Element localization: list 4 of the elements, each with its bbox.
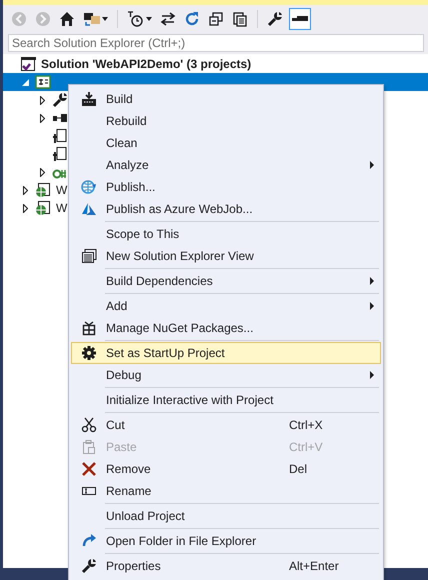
- shortcut-text: Ctrl+V: [289, 439, 324, 456]
- shortcut-text: Alt+Enter: [289, 558, 340, 575]
- shortcut-text: Ctrl+X: [289, 417, 324, 434]
- shortcut-text: Del: [289, 461, 308, 478]
